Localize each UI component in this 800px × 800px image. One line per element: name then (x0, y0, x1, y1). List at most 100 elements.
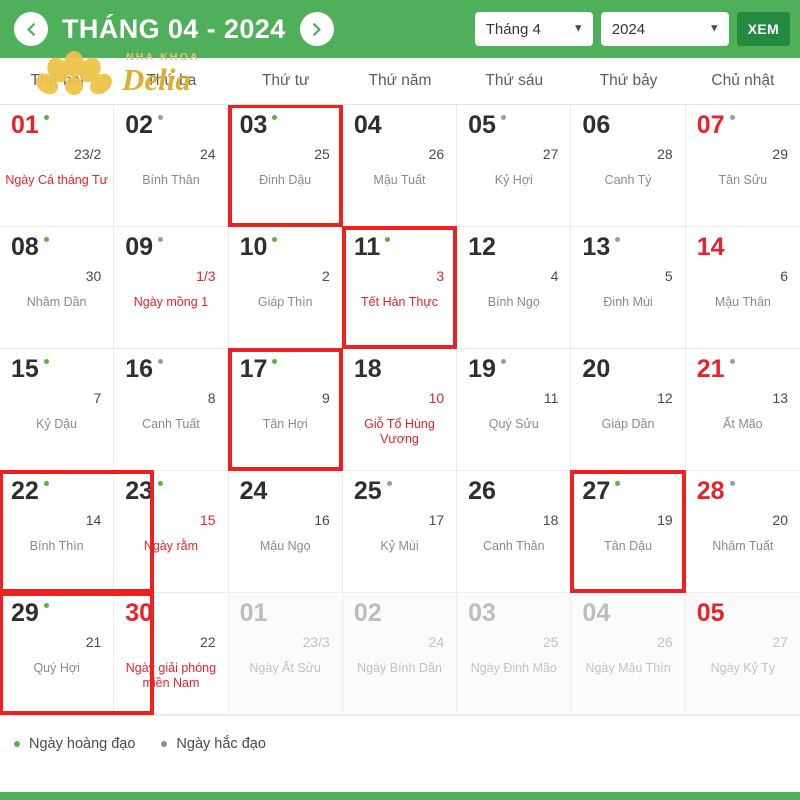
day-cell[interactable]: 02 24 Bính Thân (114, 105, 229, 227)
day-cell[interactable]: 14 6 Mậu Thân (685, 227, 800, 349)
day-number: 23 (125, 477, 154, 505)
day-note: Mậu Thân (714, 295, 771, 309)
day-cell[interactable]: 11 3 Tết Hàn Thực (341, 226, 458, 349)
day-number: 28 (696, 477, 725, 505)
day-cell[interactable]: 27 19 Tân Dậu (570, 470, 686, 593)
next-month-button[interactable] (299, 12, 334, 46)
day-cell[interactable]: 13 5 Đinh Mùi (571, 227, 686, 349)
weekday-mon: Thứ hai (30, 72, 84, 89)
day-number: 29 (11, 599, 39, 627)
day-cell[interactable]: 06 28 Canh Tý (571, 105, 686, 227)
bad-day-dot-icon (158, 237, 164, 242)
day-note: Đinh Dậu (259, 173, 312, 187)
day-note: Ngày mồng 1 (133, 295, 209, 309)
day-cell[interactable]: 22 14 Bính Thìn (0, 470, 155, 593)
day-number: 03 (468, 599, 496, 627)
day-number: 07 (696, 111, 725, 139)
legend-item: Ngày hoàng đạo (14, 736, 135, 752)
day-cell[interactable]: 07 29 Tân Sửu (685, 105, 800, 227)
day-note: Tân Dậu (604, 539, 653, 553)
lunar-date: 15 (199, 512, 216, 528)
bad-day-dot-icon (615, 237, 621, 242)
day-cell[interactable]: 21 13 Ất Mão (685, 349, 800, 471)
weekday-sat: Thứ bảy (599, 72, 658, 89)
lunar-date: 1/3 (196, 268, 216, 284)
lunar-date: 21 (85, 634, 102, 650)
day-cell[interactable]: 15 7 Kỷ Dậu (0, 349, 115, 471)
lunar-date: 14 (85, 512, 102, 528)
lunar-date: 20 (772, 512, 788, 528)
day-cell[interactable]: 24 16 Mậu Ngọ (228, 471, 343, 593)
day-note: Mậu Tuất (373, 173, 426, 187)
day-cell[interactable]: 03 25 Ngày Đinh Mão (457, 593, 572, 715)
day-cell[interactable]: 02 24 Ngày Bính Dần (342, 593, 458, 715)
lunar-date: 12 (657, 390, 673, 406)
day-number: 13 (582, 233, 611, 261)
bad-day-dot-icon (729, 359, 735, 364)
day-cell[interactable]: 20 12 Giáp Dần (571, 349, 686, 471)
lunar-date: 6 (780, 268, 788, 284)
day-number: 05 (696, 599, 725, 627)
day-note: Bính Thân (142, 173, 200, 187)
day-cell[interactable]: 26 18 Canh Thân (457, 471, 572, 593)
lunar-date: 24 (428, 634, 445, 650)
day-cell[interactable]: 03 25 Đinh Dậu (227, 104, 344, 227)
year-select[interactable]: 2024 (600, 12, 729, 46)
lunar-date: 22 (199, 634, 216, 650)
day-number: 09 (125, 233, 154, 261)
lunar-date: 13 (772, 390, 788, 406)
day-cell[interactable]: 25 17 Kỷ Mùi (342, 471, 458, 593)
day-cell[interactable]: 12 4 Bính Ngọ (457, 227, 572, 349)
month-select-wrapper: Tháng 4 ▼ (474, 12, 593, 46)
lunar-date: 29 (772, 146, 788, 162)
good-day-dot-icon (385, 237, 391, 242)
month-select[interactable]: Tháng 4 (474, 12, 593, 46)
bad-day-dot-icon (158, 359, 164, 364)
day-number: 05 (468, 111, 496, 139)
day-cell[interactable]: 17 9 Tân Hợi (227, 348, 344, 471)
legend-label: Ngày hắc đạo (176, 735, 266, 752)
day-cell[interactable]: 23 15 Ngày rằm (114, 471, 229, 593)
good-day-dot-icon (158, 481, 164, 486)
day-note: Ngày Kỷ Tỵ (710, 661, 776, 675)
day-cell[interactable]: 10 2 Giáp Thìn (228, 227, 343, 349)
day-cell[interactable]: 18 10 Giỗ Tổ Hùng Vương (342, 349, 458, 471)
day-note: Ngày giải phóng miền Nam (125, 661, 217, 690)
day-cell[interactable]: 09 1/3 Ngày mồng 1 (114, 227, 229, 349)
day-number: 19 (468, 355, 496, 383)
good-day-dot-icon (43, 115, 49, 120)
day-number: 08 (11, 233, 39, 261)
day-number: 03 (239, 111, 268, 139)
day-cell[interactable]: 19 11 Quý Sửu (457, 349, 572, 471)
legend-item: Ngày hắc đạo (161, 735, 266, 752)
day-cell[interactable]: 05 27 Ngày Kỷ Tỵ (685, 593, 800, 715)
day-note: Tân Sửu (718, 173, 768, 187)
calendar-legend: Ngày hoàng đạo Ngày hắc đạo (0, 715, 800, 771)
day-cell[interactable]: 30 22 Ngày giải phóng miền Nam (114, 593, 229, 715)
lunar-date: 27 (772, 634, 788, 650)
prev-month-button[interactable] (14, 12, 48, 46)
day-number: 04 (353, 111, 382, 139)
day-cell[interactable]: 04 26 Mậu Tuất (342, 105, 458, 227)
good-day-dot-icon (43, 359, 49, 364)
lunar-date: 2 (322, 268, 330, 284)
good-day-dot-icon (43, 237, 49, 242)
calendar-header: THÁNG 04 - 2024 Tháng 4 ▼ 2024 ▼ XEM (0, 0, 800, 58)
day-cell[interactable]: 01 23/2 Ngày Cá tháng Tư (0, 105, 115, 227)
day-cell[interactable]: 29 21 Quý Hợi (0, 592, 155, 715)
lunar-date: 25 (542, 634, 559, 650)
lunar-date: 23/2 (74, 146, 102, 162)
day-cell[interactable]: 08 30 Nhâm Dần (0, 227, 115, 349)
bad-day-dot-icon (158, 115, 164, 120)
day-note: Ngày rằm (143, 539, 199, 553)
day-note: Kỷ Mùi (380, 539, 419, 553)
day-note: Bính Ngọ (487, 295, 540, 309)
day-cell[interactable]: 01 23/3 Ngày Ất Sửu (228, 593, 343, 715)
lunar-date: 30 (85, 268, 102, 284)
day-cell[interactable]: 28 20 Nhâm Tuất (685, 471, 800, 593)
view-button[interactable]: XEM (736, 12, 790, 46)
day-cell[interactable]: 16 8 Canh Tuất (114, 349, 229, 471)
day-cell[interactable]: 04 26 Ngày Mậu Thìn (571, 593, 686, 715)
day-cell[interactable]: 05 27 Kỷ Hợi (457, 105, 572, 227)
day-number: 24 (239, 477, 268, 505)
